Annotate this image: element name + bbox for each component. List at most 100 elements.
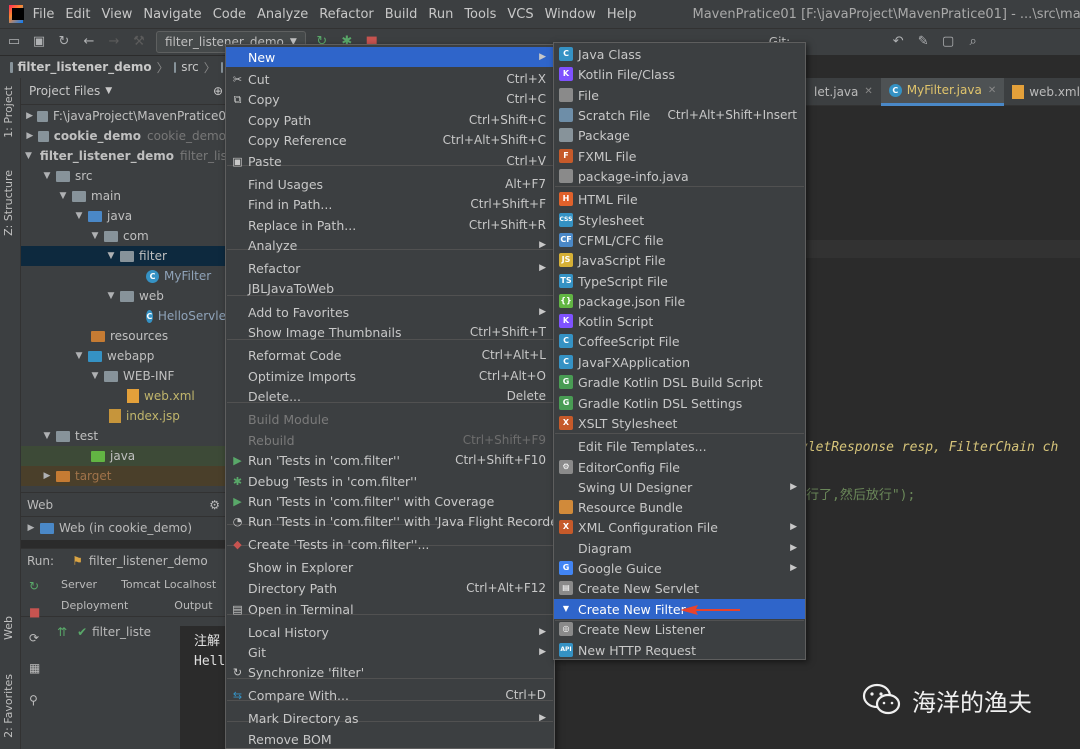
new-menu-item-package[interactable]: Package [554, 125, 805, 145]
menu-build[interactable]: Build [385, 7, 418, 22]
menu-refactor[interactable]: Refactor [319, 7, 374, 22]
context-menu-item-paste[interactable]: ▣ Paste Ctrl+V [226, 151, 554, 171]
tree-item[interactable]: ▼ web [21, 286, 226, 306]
menu-tools[interactable]: Tools [464, 7, 496, 22]
expand-arrow-icon[interactable]: ▶ [25, 111, 34, 121]
new-menu-item-package-json-file[interactable]: {} package.json File [554, 291, 805, 311]
tab-servlet-java[interactable]: let.java ✕ [806, 78, 881, 106]
context-menu-item-compare-with[interactable]: ⇆ Compare With... Ctrl+D [226, 685, 554, 705]
context-menu-item-delete[interactable]: Delete... Delete [226, 386, 554, 406]
breadcrumb-item[interactable]: filter_listener_demo [18, 60, 152, 74]
breadcrumb-item[interactable]: src [181, 60, 199, 74]
context-menu-item-open-in-terminal[interactable]: ▤ Open in Terminal [226, 599, 554, 619]
project-tool-tab[interactable]: 1: Project [2, 86, 15, 138]
search-icon[interactable]: ⌕ [965, 34, 981, 50]
forward-icon[interactable]: → [106, 34, 122, 50]
new-menu-item-create-new-listener[interactable]: ◎ Create New Listener [554, 619, 805, 639]
context-menu-item-cut[interactable]: ✂ Cut Ctrl+X [226, 69, 554, 89]
tree-item[interactable]: ▼ src [21, 166, 226, 186]
web-item[interactable]: Web (in cookie_demo) [59, 521, 192, 535]
tab-deployment[interactable]: Deployment [61, 599, 128, 612]
menu-view[interactable]: View [102, 7, 133, 22]
tab-server[interactable]: Server [61, 578, 97, 591]
project-view-selector[interactable]: Project Files [29, 84, 100, 98]
new-menu-item-editorconfig-file[interactable]: ⚙ EditorConfig File [554, 457, 805, 477]
context-menu-item-local-history[interactable]: Local History ▶ [226, 622, 554, 642]
build-hammer-icon[interactable]: ⚒ [131, 34, 147, 50]
new-menu-item-create-new-servlet[interactable]: ▤ Create New Servlet [554, 578, 805, 598]
context-menu-item-run-tests-in-com-filter-with-java-flight-recorder[interactable]: ◔ Run 'Tests in 'com.filter'' with 'Java … [226, 511, 567, 531]
tree-item[interactable]: ▼ filter_listener_demo filter_list [21, 146, 226, 166]
new-menu-item-file[interactable]: File [554, 85, 805, 105]
sync-icon[interactable]: ↻ [56, 34, 72, 50]
tab-tomcat-localhost[interactable]: Tomcat Localhost [121, 578, 216, 591]
tree-item[interactable]: ▶ cookie_demo cookie_demo [21, 126, 226, 146]
pin-icon[interactable]: ⚲ [29, 693, 38, 707]
collapse-arrow-icon[interactable]: ▼ [73, 211, 85, 221]
new-menu-item-javascript-file[interactable]: JS JavaScript File [554, 250, 805, 270]
new-menu-item-kotlin-script[interactable]: K Kotlin Script [554, 311, 805, 331]
menu-run[interactable]: Run [428, 7, 453, 22]
context-menu-item-replace-in-path[interactable]: Replace in Path... Ctrl+Shift+R [226, 215, 554, 235]
collapse-arrow-icon[interactable]: ▼ [25, 151, 32, 161]
tree-item[interactable]: ▼ test [21, 426, 226, 446]
undo-icon[interactable]: ↶ [890, 34, 906, 50]
favorites-tool-tab[interactable]: 2: Favorites [2, 674, 15, 738]
deploy-arrow-icon[interactable]: ⇈ [57, 625, 67, 639]
menu-window[interactable]: Window [545, 7, 596, 22]
tree-item[interactable]: ▼ com [21, 226, 226, 246]
run-config-tab[interactable]: filter_listener_demo [89, 554, 208, 568]
context-menu-item-copy[interactable]: ⧉ Copy Ctrl+C [226, 89, 554, 109]
tree-item[interactable]: C HelloServle [21, 306, 226, 326]
new-menu-item-xml-configuration-file[interactable]: X XML Configuration File ▶ [554, 517, 805, 537]
menu-edit[interactable]: Edit [65, 7, 90, 22]
tab-output[interactable]: Output [174, 599, 212, 612]
context-menu-item-mark-directory-as[interactable]: Mark Directory as ▶ [226, 708, 554, 728]
new-menu-item-cfml-cfc-file[interactable]: CF CFML/CFC file [554, 230, 805, 250]
context-menu-item-find-in-path[interactable]: Find in Path... Ctrl+Shift+F [226, 194, 554, 214]
new-menu-item-coffeescript-file[interactable]: C CoffeeScript File [554, 331, 805, 351]
open-folder-icon[interactable]: ▭ [6, 34, 22, 50]
context-menu-item-copy-reference[interactable]: Copy Reference Ctrl+Alt+Shift+C [226, 130, 554, 150]
context-menu-item-optimize-imports[interactable]: Optimize Imports Ctrl+Alt+O [226, 366, 554, 386]
context-menu-item-directory-path[interactable]: Directory Path Ctrl+Alt+F12 [226, 578, 554, 598]
tree-item[interactable]: ▶ F:\javaProject\MavenPratice0 [21, 106, 226, 126]
menu-vcs[interactable]: VCS [507, 7, 533, 22]
stop-icon[interactable]: ■ [29, 605, 40, 619]
context-menu-item-show-image-thumbnails[interactable]: Show Image Thumbnails Ctrl+Shift+T [226, 322, 554, 342]
close-icon[interactable]: ✕ [988, 85, 996, 96]
new-menu-item-stylesheet[interactable]: CSS Stylesheet [554, 210, 805, 230]
expand-arrow-icon[interactable]: ▶ [25, 523, 37, 533]
tree-item[interactable]: ▼ WEB-INF [21, 366, 226, 386]
context-menu-item-copy-path[interactable]: Copy Path Ctrl+Shift+C [226, 110, 554, 130]
layout-icon[interactable]: ▢ [940, 34, 956, 50]
new-menu-item-gradle-kotlin-dsl-settings[interactable]: G Gradle Kotlin DSL Settings [554, 393, 805, 413]
tree-item[interactable]: web.xml [21, 386, 226, 406]
new-menu-item-gradle-kotlin-dsl-build-script[interactable]: G Gradle Kotlin DSL Build Script [554, 372, 805, 392]
menu-code[interactable]: Code [213, 7, 246, 22]
tab-web-xml[interactable]: web.xml ✕ [1004, 78, 1080, 106]
context-menu-item-add-to-favorites[interactable]: Add to Favorites ▶ [226, 302, 554, 322]
tree-item[interactable]: C MyFilter [21, 266, 226, 286]
context-menu-item-find-usages[interactable]: Find Usages Alt+F7 [226, 174, 554, 194]
globe-icon[interactable]: ⊕ [213, 84, 223, 98]
context-menu-item-show-in-explorer[interactable]: Show in Explorer [226, 557, 554, 577]
context-menu-item-remove-bom[interactable]: Remove BOM [226, 729, 554, 749]
structure-tool-tab[interactable]: Z: Structure [2, 170, 15, 236]
menu-navigate[interactable]: Navigate [143, 7, 201, 22]
tree-item[interactable]: ▼ java [21, 206, 226, 226]
new-menu-item-swing-ui-designer[interactable]: Swing UI Designer ▶ [554, 477, 805, 497]
new-menu-item-new-http-request[interactable]: API New HTTP Request [554, 640, 805, 660]
menu-analyze[interactable]: Analyze [257, 7, 308, 22]
new-menu-item-kotlin-file-class[interactable]: K Kotlin File/Class [554, 64, 805, 84]
close-icon[interactable]: ✕ [864, 86, 872, 97]
context-menu-item-analyze[interactable]: Analyze ▶ [226, 235, 554, 255]
context-menu-item-run-tests-in-com-filter[interactable]: ▶ Run 'Tests in 'com.filter'' Ctrl+Shift+F… [226, 450, 554, 470]
settings-gear-icon[interactable]: ⚙ [209, 498, 220, 512]
context-menu-item-jbljavatoweb[interactable]: JBLJavaToWeb [226, 278, 554, 298]
tree-item-selected[interactable]: ▼ filter [21, 246, 226, 266]
back-icon[interactable]: ← [81, 34, 97, 50]
new-menu-item-java-class[interactable]: C Java Class [554, 44, 805, 64]
context-menu-item-run-tests-in-com-filter-with-coverage[interactable]: ▶ Run 'Tests in 'com.filter'' with Covera… [226, 491, 554, 511]
new-menu-item-package-info-java[interactable]: package-info.java [554, 166, 805, 186]
